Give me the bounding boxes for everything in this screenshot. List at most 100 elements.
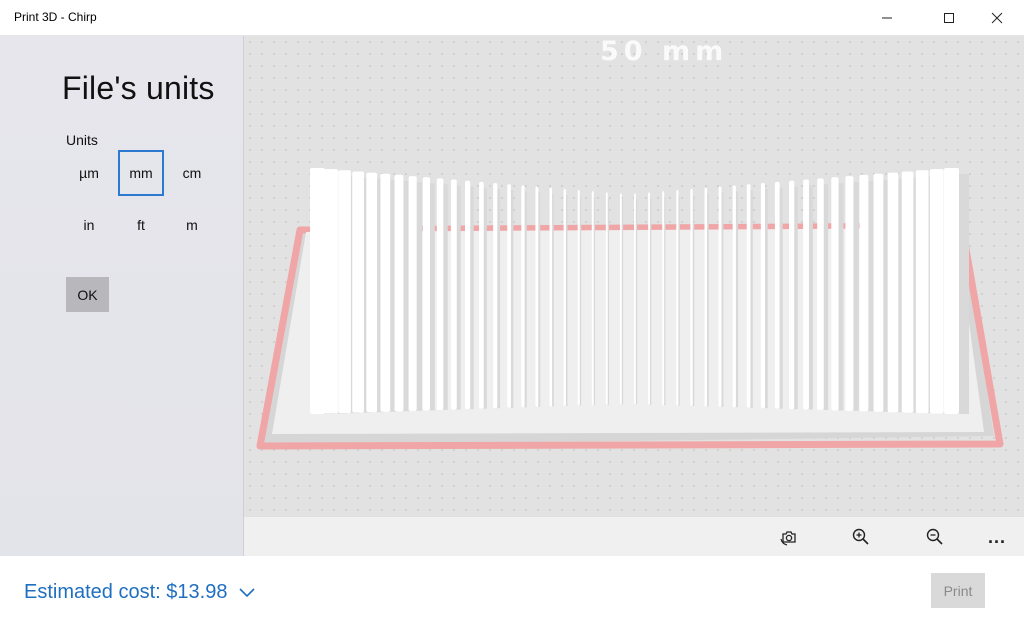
unit-option-mm[interactable]: mm [118,150,164,196]
fin [732,185,736,408]
fin [563,188,566,406]
fin [366,172,378,413]
fin [394,174,404,412]
fin [887,172,899,413]
fin [577,189,580,406]
zoom-out-icon [926,528,943,545]
maximize-button[interactable] [926,0,972,36]
fin [648,192,650,405]
fin-shadow [764,189,768,409]
fin [422,177,430,411]
footer-bar: Estimated cost: $13.98 Print [0,556,1024,624]
zoom-out-button[interactable] [918,521,952,553]
ok-button[interactable]: OK [66,277,109,312]
close-icon [991,12,1003,24]
fin [760,183,765,409]
minimize-icon [882,17,892,19]
units-panel: File's units Units µm mm cm in ft m OK [0,36,244,556]
fin [873,173,884,412]
close-button[interactable] [974,0,1020,36]
title-bar: Print 3D - Chirp [0,0,1024,36]
fin [746,184,751,408]
fin-shadow [621,199,624,405]
fin-shadow [706,193,709,407]
fin-shadow [649,198,652,405]
fin [944,168,959,414]
more-button[interactable]: ... [980,521,1014,553]
fin [774,181,780,409]
fin [521,185,525,408]
fin-shadow [692,194,695,406]
zoom-in-icon [852,528,869,545]
panel-heading: File's units [62,70,215,106]
fin [619,193,622,405]
fin-shadow [593,197,596,406]
fin [901,171,914,413]
unit-option-cm[interactable]: cm [169,150,215,196]
fin [605,192,608,405]
fin-shadow [779,187,783,409]
fin-shadow [402,180,410,412]
chevron-down-icon [239,587,256,597]
viewport-toolbar: ... [244,516,1024,556]
fin-shadow [456,185,461,410]
fin-shadow [538,192,541,407]
fin-shadow [750,190,753,408]
fin [591,191,594,406]
fin [690,188,693,406]
fin [662,191,665,406]
fin-shadow [429,183,435,411]
fin-shadow [607,198,610,405]
unit-option-m[interactable]: m [169,202,215,248]
fin-shadow [735,191,739,408]
fin [352,171,364,413]
fin-shadow [483,187,487,409]
fin-shadow [635,199,638,405]
fin [464,180,471,410]
estimated-cost-dropdown[interactable]: Estimated cost: $13.98 [24,581,256,604]
fin-shadow [551,193,554,407]
fin [549,187,553,407]
fin [450,179,457,410]
fin [408,176,417,411]
fin-shadow [416,182,423,411]
fin-shadow [867,180,875,412]
fin-shadow [565,194,568,406]
fin-shadow [510,190,514,408]
fin-shadow [837,183,844,411]
reset-view-button[interactable] [772,521,806,553]
print3d-window: Print 3D - Chirp File's units Units µm m… [0,0,1024,624]
fin [634,193,636,405]
fin [380,173,391,412]
fin [789,180,795,410]
fin [817,178,824,410]
fin-shadow [808,185,813,410]
model-viewport[interactable]: 50 mm [244,36,1024,516]
unit-option-um[interactable]: µm [66,150,112,196]
unit-option-ft[interactable]: ft [118,202,164,248]
fin-shadow [721,192,724,407]
fin [479,181,484,409]
fin [718,186,722,407]
fin-shadow [678,195,680,406]
fin-shadow [496,189,501,409]
fin [338,170,351,414]
minimize-button[interactable] [864,0,910,36]
fin-shadow [664,197,666,406]
fin [859,174,869,412]
window-title: Print 3D - Chirp [14,10,97,24]
units-label: Units [66,132,98,148]
fin [493,183,498,409]
fin-shadow [793,186,798,410]
unit-option-in[interactable]: in [66,202,112,248]
estimated-cost-label: Estimated cost: $13.98 [24,581,228,603]
fin-shadow [823,184,829,410]
fin-shadow [579,195,582,406]
print-button[interactable]: Print [931,573,985,608]
zoom-in-button[interactable] [844,521,878,553]
fin-shadow [852,182,859,411]
fin-shadow [957,174,969,414]
fin-shadow [524,191,527,408]
fin [436,178,444,410]
fin [535,186,539,407]
